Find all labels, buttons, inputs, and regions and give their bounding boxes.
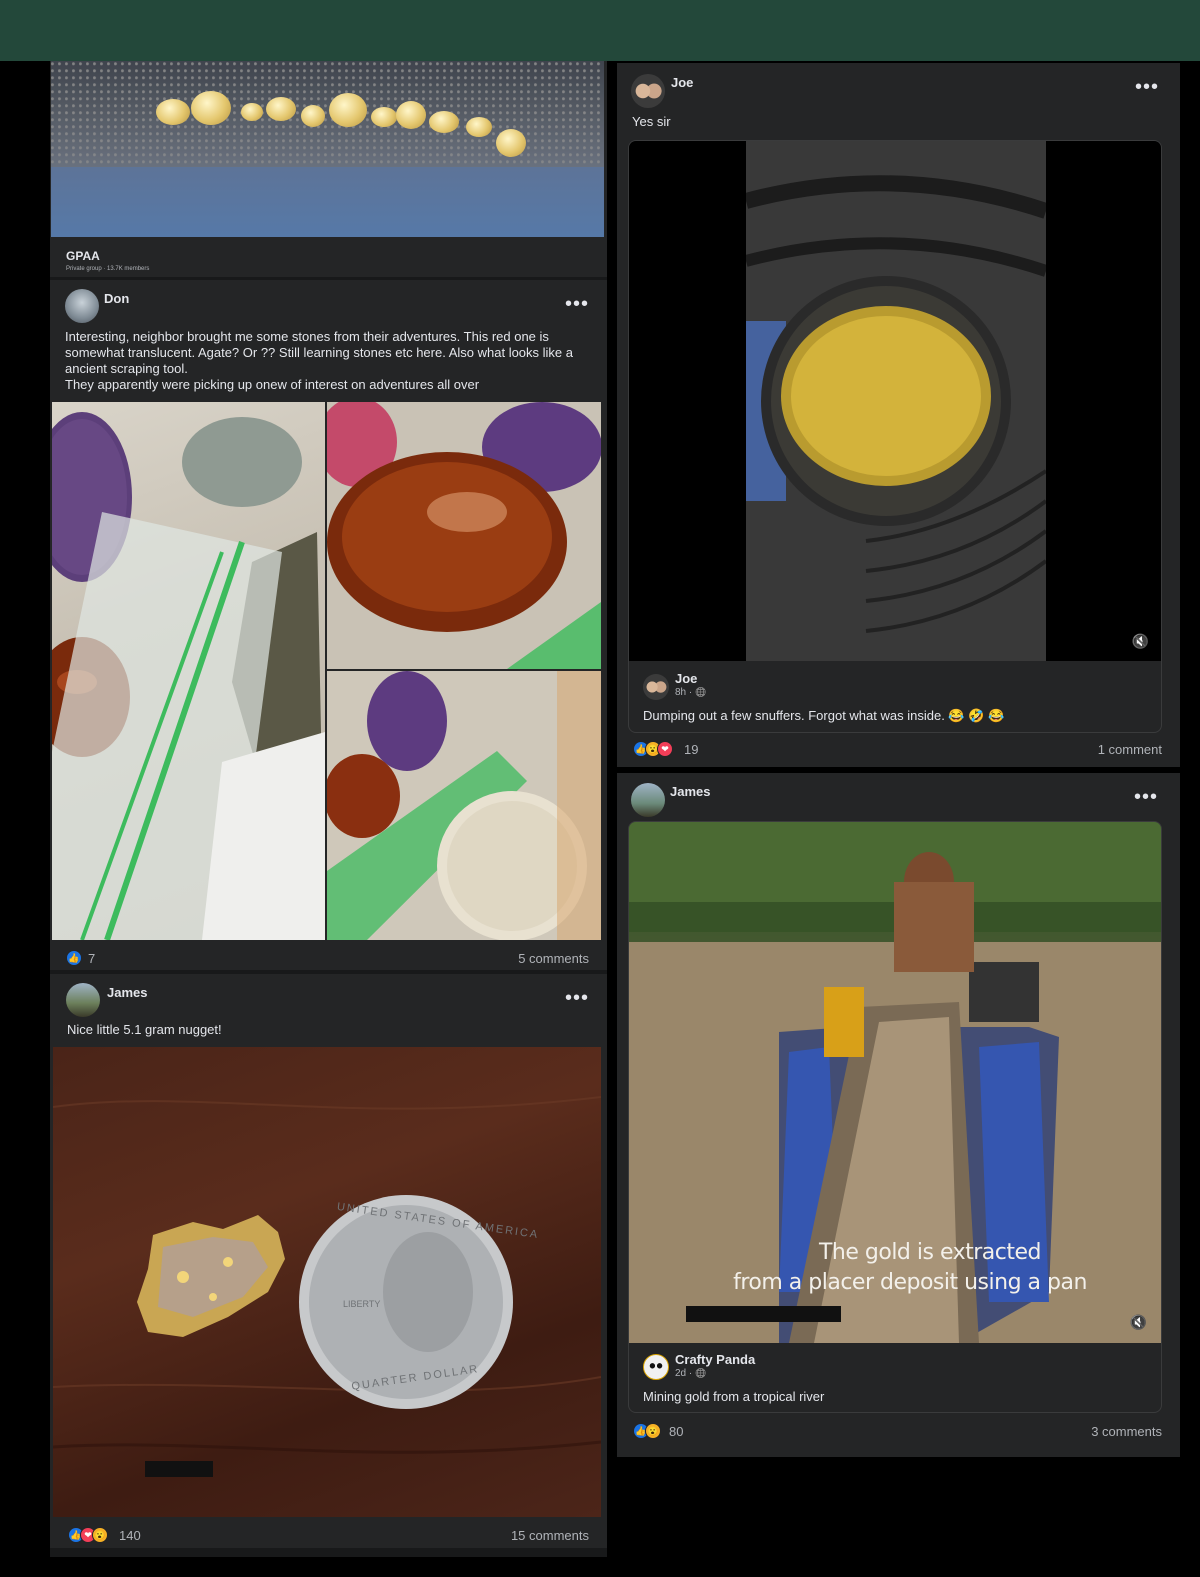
post-james-nugget: James ••• Nice little 5.1 gram nugget! U… [50,974,607,1548]
video-caption: The gold is extracted from a placer depo… [733,1240,1087,1295]
mute-icon[interactable]: 🔇 [1132,633,1149,650]
stones-photo-1[interactable] [52,402,325,940]
shared-author[interactable]: Joe [675,671,697,686]
wow-icon: 😮 [645,1423,661,1439]
river-mining-video[interactable]: The gold is extracted from a placer depo… [629,822,1161,1343]
reaction-icons[interactable]: 👍 😮 ❤ [633,741,673,757]
globe-icon: 🌐 [695,687,707,697]
post-text: Nice little 5.1 gram nugget! [67,1022,222,1037]
post-don: Don ••• Interesting, neighbor brought me… [50,280,607,970]
avatar[interactable] [66,983,100,1017]
shared-author[interactable]: Crafty Panda [675,1352,755,1367]
mute-icon[interactable]: 🔇 [1130,1314,1147,1331]
comments-link[interactable]: 5 comments [518,951,589,966]
stones-photo-2[interactable] [327,402,601,669]
author-name[interactable]: James [107,985,147,1000]
nugget-photo[interactable]: UNITED STATES OF AMERICA LIBERTY QUARTER… [53,1047,601,1517]
more-options-icon[interactable]: ••• [1135,77,1159,97]
video-player[interactable]: 🔇 [629,141,1161,661]
shared-time: 2d · 🌐 [675,1368,707,1379]
post-joe: Joe ••• Yes sir 🔇 Joe 8h · 🌐 Dumping out… [617,63,1180,767]
avatar[interactable] [65,289,99,323]
post-james-river: James ••• The gold is extracted from a p… [617,773,1180,1457]
post-text: Yes sir [632,114,671,129]
shared-avatar[interactable] [643,674,669,700]
shared-time: 8h · 🌐 [675,687,707,698]
author-name[interactable]: Don [104,291,129,306]
author-name[interactable]: James [670,784,710,799]
wow-icon: 😮 [92,1527,108,1543]
shared-text: Dumping out a few snuffers. Forgot what … [643,708,1005,723]
left-column: GPAA Private group · 13.7K members Don •… [50,61,607,1557]
stones-photo-3[interactable] [327,671,601,940]
shared-avatar[interactable] [643,1354,669,1380]
top-bar [0,0,1200,61]
more-options-icon[interactable]: ••• [565,294,589,314]
more-options-icon[interactable]: ••• [565,988,589,1008]
group-card[interactable]: GPAA Private group · 13.7K members [50,61,607,277]
reaction-icons[interactable]: 👍 [66,950,82,966]
shared-post[interactable]: The gold is extracted from a placer depo… [628,821,1162,1413]
reaction-count[interactable]: 19 [684,742,698,757]
avatar[interactable] [631,74,665,108]
comments-link[interactable]: 1 comment [1098,742,1162,757]
love-icon: ❤ [657,741,673,757]
post-text: Interesting, neighbor brought me some st… [65,329,573,392]
group-name[interactable]: GPAA [66,249,100,263]
reaction-icons[interactable]: 👍 ❤ 😮 [68,1527,108,1543]
reaction-icons[interactable]: 👍 😮 [633,1423,661,1439]
gold-pan-video[interactable] [746,141,1046,661]
group-meta: Private group · 13.7K members [66,266,150,272]
shared-post[interactable]: 🔇 Joe 8h · 🌐 Dumping out a few snuffers.… [628,140,1162,733]
shared-text: Mining gold from a tropical river [643,1389,825,1404]
avatar[interactable] [631,783,665,817]
reaction-count[interactable]: 7 [88,951,95,966]
reaction-count[interactable]: 80 [669,1424,683,1439]
right-column: Joe ••• Yes sir 🔇 Joe 8h · 🌐 Dumping out… [617,61,1180,1461]
more-options-icon[interactable]: ••• [1134,787,1158,807]
gold-flakes-photo[interactable] [51,61,604,237]
author-name[interactable]: Joe [671,75,693,90]
globe-icon: 🌐 [695,1368,707,1378]
like-icon: 👍 [66,950,82,966]
reaction-count[interactable]: 140 [119,1528,141,1543]
coin-liberty: LIBERTY [343,1299,381,1309]
comments-link[interactable]: 15 comments [511,1528,589,1543]
comments-link[interactable]: 3 comments [1091,1424,1162,1439]
